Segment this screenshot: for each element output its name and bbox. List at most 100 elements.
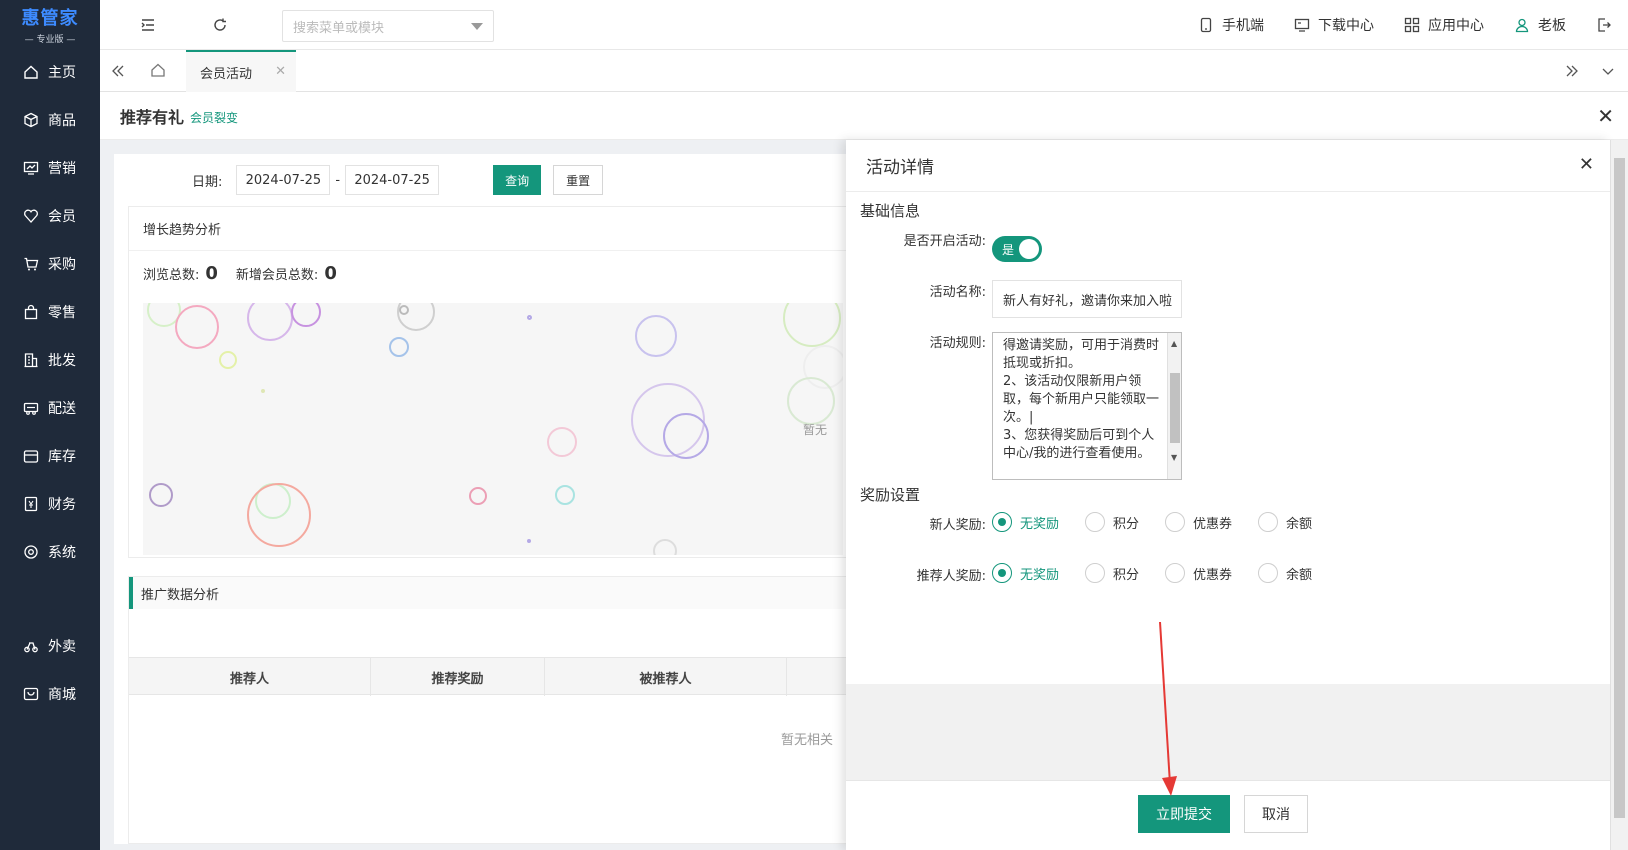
refresh-icon[interactable] bbox=[210, 15, 230, 35]
decor-bubble bbox=[291, 303, 321, 327]
app-center-link[interactable]: 应用中心 bbox=[1402, 15, 1484, 35]
filter-row: 日期: 2024-07-25 - 2024-07-25 查询 重置 bbox=[114, 154, 854, 206]
page-header: 推荐有礼 会员裂变 ✕ bbox=[100, 92, 1628, 140]
radio-dot bbox=[992, 563, 1012, 583]
menu-toggle-icon[interactable] bbox=[138, 15, 158, 35]
toggle-label: 是 bbox=[1002, 242, 1015, 257]
user-name: 老板 bbox=[1538, 18, 1566, 34]
decor-bubble bbox=[219, 351, 237, 369]
radio-label: 余额 bbox=[1286, 516, 1313, 532]
sidebar-item-wholesale[interactable]: 批发 bbox=[0, 336, 100, 384]
promo-table-header: 推荐人 推荐奖励 被推荐人 bbox=[129, 657, 855, 696]
sidebar-item-distribution[interactable]: 配送 bbox=[0, 384, 100, 432]
page-subtitle: 会员裂变 bbox=[190, 110, 239, 125]
arrow-down-icon[interactable]: ▼ bbox=[1171, 449, 1177, 467]
radio-no-reward[interactable]: 无奖励 bbox=[992, 563, 1059, 583]
sidebar-item-system[interactable]: 系统 bbox=[0, 528, 100, 576]
radio-points[interactable]: 积分 bbox=[1085, 563, 1139, 583]
activity-name-label: 活动名称: bbox=[929, 285, 986, 300]
cancel-button[interactable]: 取消 bbox=[1244, 795, 1308, 833]
search-placeholder: 搜索菜单或模块 bbox=[293, 20, 385, 36]
sidebar-item-marketing[interactable]: 营销 bbox=[0, 144, 100, 192]
decor-bubble bbox=[787, 377, 835, 425]
sidebar-item-purchase[interactable]: 采购 bbox=[0, 240, 100, 288]
start-date-input[interactable]: 2024-07-25 bbox=[236, 165, 331, 195]
growth-chart-empty: 暂无 bbox=[143, 303, 843, 555]
sidebar-item-retail[interactable]: 零售 bbox=[0, 288, 100, 336]
chevron-down-icon[interactable] bbox=[1598, 61, 1618, 81]
sidebar-item-label: 会员 bbox=[48, 209, 76, 225]
close-icon[interactable]: ✕ bbox=[1597, 104, 1614, 128]
radio-label: 余额 bbox=[1286, 567, 1313, 583]
sidebar-item-finance[interactable]: 财务 bbox=[0, 480, 100, 528]
arrow-up-icon[interactable]: ▲ bbox=[1171, 335, 1177, 353]
drawer-footer: 立即提交 取消 bbox=[846, 780, 1610, 850]
decor-bubble bbox=[469, 487, 487, 505]
sidebar-item-label: 配送 bbox=[48, 401, 76, 417]
radio-label: 优惠券 bbox=[1193, 516, 1233, 532]
heart-icon bbox=[22, 207, 40, 225]
decor-bubble bbox=[555, 485, 575, 505]
submit-button[interactable]: 立即提交 bbox=[1138, 795, 1230, 833]
home-tab-icon[interactable] bbox=[148, 60, 168, 80]
sidebar-item-label: 商城 bbox=[48, 687, 76, 703]
reset-button[interactable]: 重置 bbox=[553, 165, 604, 195]
radio-coupon[interactable]: 优惠券 bbox=[1165, 512, 1232, 532]
query-button[interactable]: 查询 bbox=[493, 165, 542, 195]
radio-no-reward[interactable]: 无奖励 bbox=[992, 512, 1059, 532]
logout-icon[interactable] bbox=[1594, 15, 1614, 35]
sidebar-item-label: 主页 bbox=[48, 65, 76, 81]
sidebar-item-goods[interactable]: 商品 bbox=[0, 96, 100, 144]
promo-data-title: 推广数据分析 bbox=[129, 577, 853, 609]
page-scroll-thumb[interactable] bbox=[1614, 158, 1625, 818]
double-chevron-left-icon[interactable] bbox=[108, 61, 128, 81]
activity-rules-textarea[interactable]: 得邀请奖励，可用于消费时抵现或折扣。 2、该活动仅限新用户领取，每个新用户只能领… bbox=[992, 332, 1182, 480]
radio-dot bbox=[1165, 512, 1186, 532]
sidebar-item-inventory[interactable]: 库存 bbox=[0, 432, 100, 480]
double-chevron-right-icon[interactable] bbox=[1562, 61, 1582, 81]
decor-bubble bbox=[399, 305, 409, 315]
radio-dot bbox=[1258, 563, 1279, 583]
chevron-down-icon bbox=[471, 23, 483, 30]
radio-coupon[interactable]: 优惠券 bbox=[1165, 563, 1232, 583]
sidebar-item-label: 零售 bbox=[48, 305, 76, 321]
end-date-input[interactable]: 2024-07-25 bbox=[345, 165, 440, 195]
activity-rules-label: 活动规则: bbox=[929, 336, 986, 351]
sidebar-item-takeout[interactable]: 外卖 bbox=[0, 622, 100, 670]
radio-balance[interactable]: 余额 bbox=[1258, 563, 1312, 583]
sidebar-item-mall[interactable]: 商城 bbox=[0, 670, 100, 718]
sidebar-item-home[interactable]: 主页 bbox=[0, 48, 100, 96]
scroll-thumb[interactable] bbox=[1170, 373, 1180, 443]
home-icon bbox=[22, 63, 40, 81]
decor-bubble bbox=[149, 483, 173, 507]
radio-dot bbox=[992, 512, 1012, 532]
close-icon[interactable]: ✕ bbox=[275, 64, 286, 79]
user-menu[interactable]: 老板 bbox=[1512, 15, 1566, 35]
brand-logo[interactable]: 惠管家 — 专业版 — bbox=[0, 0, 100, 48]
decor-bubble bbox=[527, 539, 531, 543]
finance-icon bbox=[22, 495, 40, 513]
decor-bubble bbox=[175, 305, 219, 349]
mobile-link[interactable]: 手机端 bbox=[1196, 15, 1264, 35]
download-center-link[interactable]: 下载中心 bbox=[1292, 15, 1374, 35]
menu-search-select[interactable]: 搜索菜单或模块 bbox=[282, 10, 494, 42]
mobile-icon bbox=[1196, 15, 1216, 35]
new-user-reward-label: 新人奖励: bbox=[929, 518, 986, 533]
top-links: 手机端 下载中心 应用中心 老板 bbox=[1196, 0, 1628, 50]
page-scrollbar[interactable] bbox=[1610, 140, 1628, 850]
bag-icon bbox=[22, 303, 40, 321]
decor-bubble bbox=[261, 389, 265, 393]
tab-member-activity[interactable]: 会员活动 ✕ bbox=[186, 50, 296, 92]
radio-balance[interactable]: 余额 bbox=[1258, 512, 1312, 532]
sidebar-item-label: 库存 bbox=[48, 449, 76, 465]
sidebar-item-label: 采购 bbox=[48, 257, 76, 273]
activity-name-input[interactable]: 新人有好礼，邀请你来加入啦 bbox=[992, 280, 1182, 318]
decor-bubble bbox=[247, 483, 311, 547]
close-icon[interactable]: ✕ bbox=[1579, 154, 1594, 175]
sidebar-item-member[interactable]: 会员 bbox=[0, 192, 100, 240]
textarea-scrollbar[interactable]: ▲ ▼ bbox=[1167, 333, 1181, 479]
enable-activity-toggle[interactable]: 是 bbox=[992, 236, 1042, 262]
views-value: 0 bbox=[205, 262, 218, 284]
truck-icon bbox=[22, 399, 40, 417]
radio-points[interactable]: 积分 bbox=[1085, 512, 1139, 532]
